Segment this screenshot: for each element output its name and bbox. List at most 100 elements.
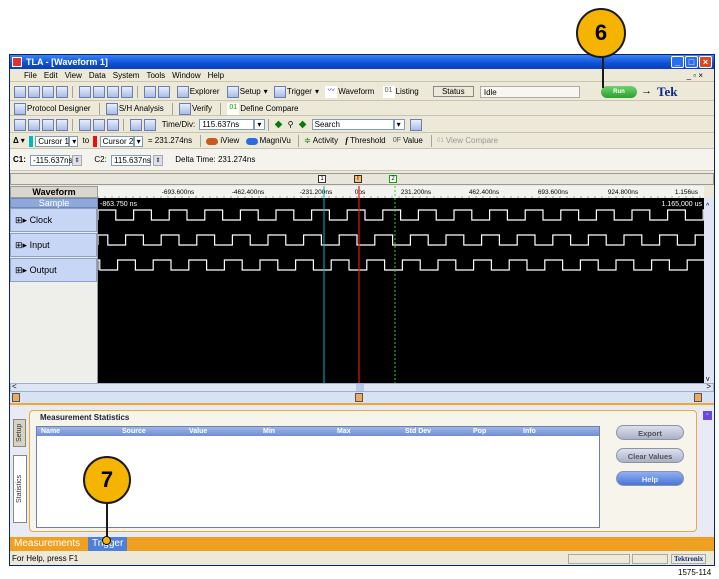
vertical-scrollbar[interactable]: [704, 198, 714, 383]
bookmark-icon[interactable]: [42, 118, 54, 131]
scroll-thumb[interactable]: [356, 384, 364, 391]
goto-icon[interactable]: [14, 118, 26, 131]
maximize-button[interactable]: □: [685, 56, 698, 68]
cursor2-dropdown[interactable]: ▾: [133, 135, 143, 147]
panel-pin-icon[interactable]: ▫: [703, 411, 712, 420]
tab-setup[interactable]: Setup: [13, 419, 26, 447]
c2-input[interactable]: 115.637ns: [111, 154, 152, 166]
marker-right-icon[interactable]: [694, 393, 702, 402]
menu-system[interactable]: System: [113, 69, 140, 81]
trigger-button[interactable]: Trigger: [287, 82, 312, 100]
probe-icon[interactable]: [158, 85, 171, 98]
copy-icon[interactable]: [93, 118, 106, 131]
scroll-right-icon[interactable]: >: [706, 382, 711, 391]
waveform-button[interactable]: Waveform: [338, 82, 374, 100]
search-options-icon[interactable]: [409, 118, 422, 131]
prev-arrow-icon[interactable]: ◆: [275, 116, 283, 132]
overview-trigger-marker[interactable]: T: [354, 175, 362, 183]
signal-input[interactable]: ⊞▸ Input: [10, 233, 97, 257]
main-toolbar: Explorer Setup ▾ Trigger ▾ 〰 Waveform 01 Lis…: [10, 82, 714, 101]
search-dropdown[interactable]: ▾: [393, 119, 405, 131]
print-icon[interactable]: [42, 85, 54, 98]
marker-left-icon[interactable]: [12, 393, 20, 402]
expand-icon[interactable]: ⊞▸: [15, 265, 30, 275]
zoom-in-icon[interactable]: [144, 118, 157, 131]
properties-icon[interactable]: [56, 118, 68, 131]
paste-icon[interactable]: [107, 118, 120, 131]
next-arrow-icon[interactable]: ◆: [299, 116, 307, 132]
tab-measurements[interactable]: Measurements: [14, 537, 80, 551]
col-min[interactable]: Min: [263, 427, 275, 436]
clear-values-button[interactable]: Clear Values: [616, 448, 684, 463]
sh-analysis-button[interactable]: S/H Analysis: [119, 101, 164, 115]
expand-icon[interactable]: ⊞▸: [15, 240, 30, 250]
listing-button[interactable]: Listing: [396, 82, 419, 100]
menu-edit[interactable]: Edit: [44, 69, 58, 81]
col-max[interactable]: Max: [337, 427, 351, 436]
signal-output[interactable]: ⊞▸ Output: [10, 258, 97, 282]
menu-view[interactable]: View: [65, 69, 82, 81]
menu-help[interactable]: Help: [208, 69, 224, 81]
cursor2-select[interactable]: Cursor 2: [99, 135, 134, 147]
expand-icon[interactable]: ⊞▸: [15, 215, 30, 225]
menu-file[interactable]: File: [24, 69, 37, 81]
window4-icon[interactable]: [121, 85, 134, 98]
iview-button[interactable]: iView: [220, 133, 239, 148]
overview-c1-marker[interactable]: 1: [318, 175, 326, 183]
zoom-out-icon[interactable]: [130, 118, 143, 131]
explorer-button[interactable]: Explorer: [190, 82, 220, 100]
run-button[interactable]: Run: [601, 86, 637, 98]
col-info[interactable]: Info: [523, 427, 536, 436]
window1-icon[interactable]: [79, 85, 92, 98]
c1-spinner[interactable]: ⇕: [72, 154, 83, 166]
horizontal-scrollbar[interactable]: < >: [10, 382, 714, 392]
col-value[interactable]: Value: [189, 427, 207, 436]
marker-icon[interactable]: [28, 118, 40, 131]
window-title: TLA - [Waveform 1]: [26, 57, 108, 67]
col-name[interactable]: Name: [41, 427, 60, 436]
cursor1-dropdown[interactable]: ▾: [69, 135, 79, 147]
window3-icon[interactable]: [107, 85, 120, 98]
edit-icon[interactable]: [144, 85, 157, 98]
menu-data[interactable]: Data: [89, 69, 106, 81]
define-compare-button[interactable]: Define Compare: [240, 101, 298, 115]
protocol-designer-button[interactable]: Protocol Designer: [27, 101, 91, 115]
threshold-button[interactable]: Threshold: [350, 133, 386, 148]
menu-tools[interactable]: Tools: [146, 69, 165, 81]
help-button[interactable]: Help: [616, 471, 684, 486]
system-icon[interactable]: [56, 85, 68, 98]
tab-statistics[interactable]: Statistics: [13, 455, 27, 523]
value-button[interactable]: Value: [403, 133, 423, 148]
save-icon[interactable]: [28, 85, 40, 98]
overview-c2-marker[interactable]: 2: [389, 175, 397, 183]
cursor1-select[interactable]: Cursor 1: [35, 135, 70, 147]
window2-icon[interactable]: [93, 85, 106, 98]
menu-window[interactable]: Window: [172, 69, 200, 81]
signal-clock[interactable]: ⊞▸ Clock: [10, 208, 97, 232]
mdi-controls[interactable]: _ ▫ ×: [687, 69, 703, 81]
magnivu-button[interactable]: MagniVu: [260, 133, 291, 148]
col-source[interactable]: Source: [122, 427, 146, 436]
c2-spinner[interactable]: ⇕: [153, 154, 164, 166]
new-icon[interactable]: [14, 85, 26, 98]
col-stddev[interactable]: Std Dev: [405, 427, 431, 436]
verify-button[interactable]: Verify: [192, 101, 212, 115]
waveform-overview[interactable]: 1 T 2: [10, 173, 714, 185]
timediv-dropdown[interactable]: ▾: [254, 119, 266, 131]
cut-icon[interactable]: [79, 118, 92, 131]
minimize-button[interactable]: _: [671, 56, 684, 68]
timediv-input[interactable]: 115.637ns: [199, 119, 255, 131]
export-button[interactable]: Export: [616, 425, 684, 440]
waveform-display[interactable]: -693.600ns -462.400ns -231.200ns 0ps 231.200…: [98, 186, 714, 383]
close-button[interactable]: ×: [699, 56, 712, 68]
view-compare-button[interactable]: View Compare: [446, 133, 498, 148]
status-value: Idle: [479, 85, 580, 98]
c1-input[interactable]: -115.637ns: [30, 154, 73, 166]
scroll-left-icon[interactable]: <: [12, 382, 17, 391]
binoculars-icon[interactable]: ⚲: [288, 116, 294, 132]
activity-button[interactable]: Activity: [313, 133, 338, 148]
search-select[interactable]: Search: [311, 119, 394, 131]
marker-trigger-icon[interactable]: [355, 393, 363, 402]
setup-button[interactable]: Setup: [240, 82, 261, 100]
col-pop[interactable]: Pop: [473, 427, 486, 436]
